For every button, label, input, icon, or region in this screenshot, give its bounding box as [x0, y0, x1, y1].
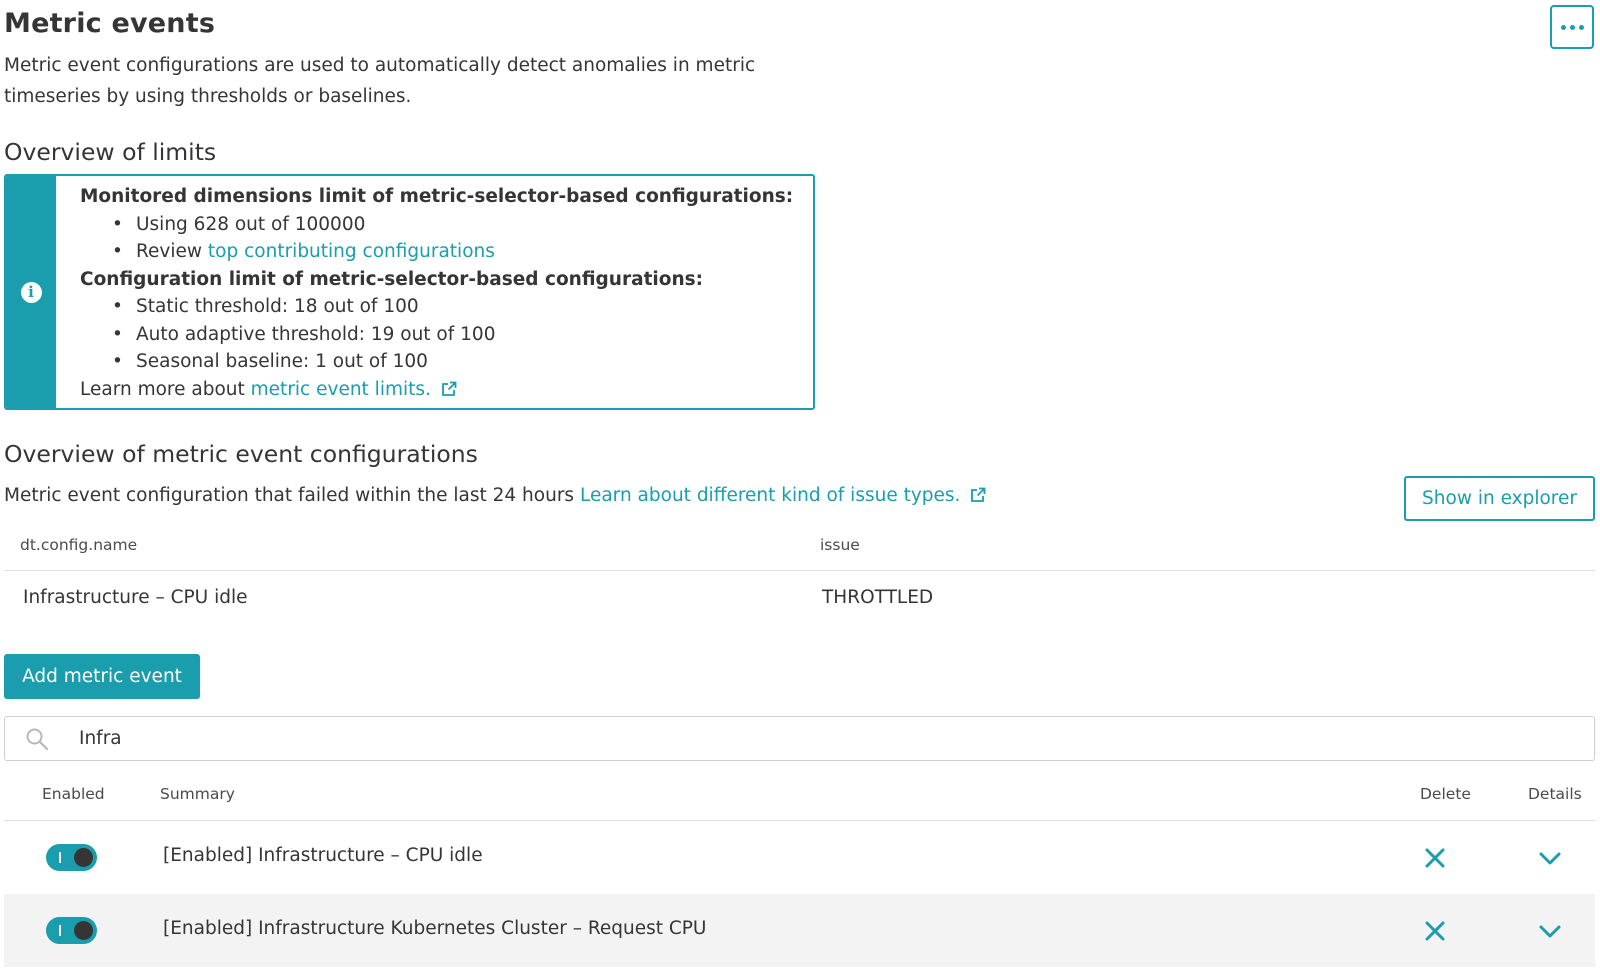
external-link-icon — [971, 487, 986, 502]
list-item: [Enabled] Infrastructure – CPU idle — [4, 821, 1595, 894]
metric-events-page: Metric events Metric event configuration… — [0, 0, 1600, 969]
static-threshold-text: Static threshold: 18 out of 100 — [136, 296, 419, 317]
limits-heading: Overview of limits — [4, 138, 217, 166]
failed-configs-line: Metric event configuration that failed w… — [4, 485, 986, 506]
issue-cell: THROTTLED — [822, 587, 934, 608]
metric-event-limits-link-text: metric event limits. — [250, 378, 431, 400]
show-in-explorer-button[interactable]: Show in explorer — [1404, 476, 1595, 521]
enabled-toggle[interactable] — [46, 844, 97, 871]
info-stripe: i — [6, 176, 56, 408]
enabled-toggle[interactable] — [46, 917, 97, 944]
review-prefix: Review — [136, 241, 203, 262]
page-title: Metric events — [4, 8, 216, 39]
config-limit-list: Static threshold: 18 out of 100 Auto ada… — [80, 293, 793, 376]
auto-adaptive-item: Auto adaptive threshold: 19 out of 100 — [112, 321, 793, 349]
summary-text: [Enabled] Infrastructure Kubernetes Clus… — [163, 918, 707, 939]
issue-types-link-text: Learn about different kind of issue type… — [579, 485, 961, 506]
failed-configs-table: dt.config.name issue Infrastructure – CP… — [4, 527, 1595, 631]
learn-more-prefix: Learn more about — [80, 378, 245, 400]
chevron-down-icon[interactable] — [1537, 845, 1563, 871]
limits-info-content: Monitored dimensions limit of metric-sel… — [56, 176, 793, 408]
more-options-button[interactable] — [1550, 5, 1594, 49]
search-icon — [26, 728, 49, 751]
list-item: [Enabled] Infrastructure Kubernetes Clus… — [4, 894, 1595, 967]
usage-item: Using 628 out of 100000 — [112, 211, 793, 239]
column-header-enabled: Enabled — [42, 785, 105, 803]
issue-types-link[interactable]: Learn about different kind of issue type… — [580, 485, 986, 506]
failed-configs-text: Metric event configuration that failed w… — [4, 485, 575, 506]
more-icon — [1560, 24, 1584, 30]
review-item: Review top contributing configurations — [112, 238, 793, 266]
top-contributing-configurations-link[interactable]: top contributing configurations — [208, 241, 495, 262]
column-header-delete: Delete — [1420, 785, 1471, 803]
column-header-summary: Summary — [160, 785, 235, 803]
metric-events-list: Enabled Summary Delete Details [Enabled]… — [4, 771, 1595, 967]
limits-info-box: i Monitored dimensions limit of metric-s… — [4, 174, 815, 410]
config-limit-heading: Configuration limit of metric-selector-b… — [80, 268, 704, 290]
close-icon[interactable] — [1422, 845, 1448, 871]
list-header: Enabled Summary Delete Details — [4, 771, 1595, 821]
learn-more-line: Learn more about metric event limits. — [80, 376, 793, 404]
dimensions-limit-list: Using 628 out of 100000 Review top contr… — [80, 211, 793, 266]
info-icon: i — [20, 281, 42, 303]
table-row: Infrastructure – CPU idle THROTTLED — [4, 571, 1595, 631]
dimensions-limit-heading: Monitored dimensions limit of metric-sel… — [80, 186, 794, 207]
table-header: dt.config.name issue — [4, 527, 1595, 571]
search-input[interactable] — [79, 717, 1579, 760]
add-metric-event-button[interactable]: Add metric event — [4, 654, 200, 699]
close-icon[interactable] — [1422, 918, 1448, 944]
static-threshold-item: Static threshold: 18 out of 100 — [112, 293, 793, 321]
configs-heading: Overview of metric event configurations — [4, 440, 478, 468]
usage-text: Using 628 out of 100000 — [136, 213, 366, 235]
external-link-icon — [442, 381, 457, 396]
column-header-config-name: dt.config.name — [20, 536, 138, 554]
summary-text: [Enabled] Infrastructure – CPU idle — [163, 845, 483, 866]
auto-adaptive-text: Auto adaptive threshold: 19 out of 100 — [136, 323, 496, 345]
chevron-down-icon[interactable] — [1537, 918, 1563, 944]
config-name-cell: Infrastructure – CPU idle — [23, 587, 248, 608]
seasonal-baseline-text: Seasonal baseline: 1 out of 100 — [136, 351, 428, 372]
page-description: Metric event configurations are used to … — [4, 55, 756, 107]
seasonal-baseline-item: Seasonal baseline: 1 out of 100 — [112, 348, 793, 376]
search-box — [4, 716, 1595, 761]
column-header-details: Details — [1528, 785, 1582, 803]
metric-event-limits-link[interactable]: metric event limits. — [251, 379, 457, 400]
column-header-issue: issue — [820, 536, 860, 554]
